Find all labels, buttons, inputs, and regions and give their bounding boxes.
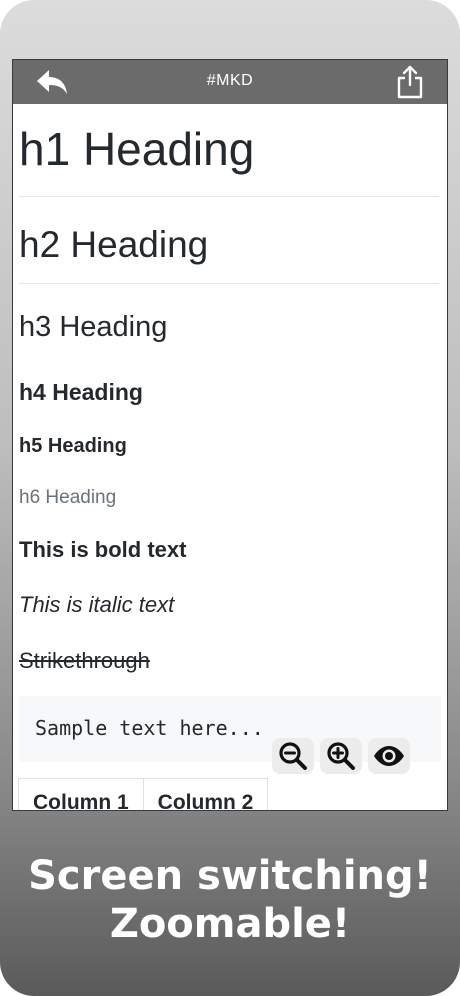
strikethrough-text: Strikethrough	[19, 648, 150, 673]
heading-1-divider	[19, 196, 439, 197]
heading-1: h1 Heading	[19, 123, 255, 175]
heading-5: h5 Heading	[19, 435, 127, 457]
heading-3: h3 Heading	[19, 311, 168, 343]
caption-line-2: Zoomable!	[109, 901, 351, 947]
share-button[interactable]	[395, 64, 425, 100]
zoom-in-icon	[327, 742, 355, 770]
zoom-toolbar	[272, 738, 410, 774]
nav-title: #MKD	[206, 72, 254, 89]
bold-text: This is bold text	[19, 537, 187, 562]
table-header-row: Column 1 Column 2	[18, 778, 269, 810]
table-header-cell: Column 2	[142, 778, 269, 810]
markdown-table: Column 1 Column 2	[18, 778, 269, 810]
italic-text: This is italic text	[19, 592, 175, 617]
heading-2-divider	[19, 283, 439, 284]
code-text: Sample text here...	[35, 716, 264, 740]
caption-line-1: Screen switching!	[28, 853, 432, 899]
zoom-out-icon	[279, 742, 307, 770]
zoom-in-button[interactable]	[320, 738, 362, 774]
eye-icon	[374, 746, 404, 766]
heading-2: h2 Heading	[19, 224, 209, 265]
share-icon	[397, 65, 423, 99]
preview-toggle-button[interactable]	[368, 738, 410, 774]
zoom-out-button[interactable]	[272, 738, 314, 774]
navigation-bar: #MKD	[13, 60, 447, 104]
heading-4: h4 Heading	[19, 379, 143, 405]
app-screen: #MKD h1 Heading h2 Heading h3 Heading h4…	[13, 60, 447, 810]
promo-frame: #MKD h1 Heading h2 Heading h3 Heading h4…	[0, 0, 460, 996]
markdown-preview[interactable]: h1 Heading h2 Heading h3 Heading h4 Head…	[13, 104, 447, 810]
heading-6: h6 Heading	[19, 487, 117, 508]
table-header-cell: Column 1	[18, 778, 144, 810]
promo-caption: Screen switching! Zoomable!	[0, 852, 460, 948]
